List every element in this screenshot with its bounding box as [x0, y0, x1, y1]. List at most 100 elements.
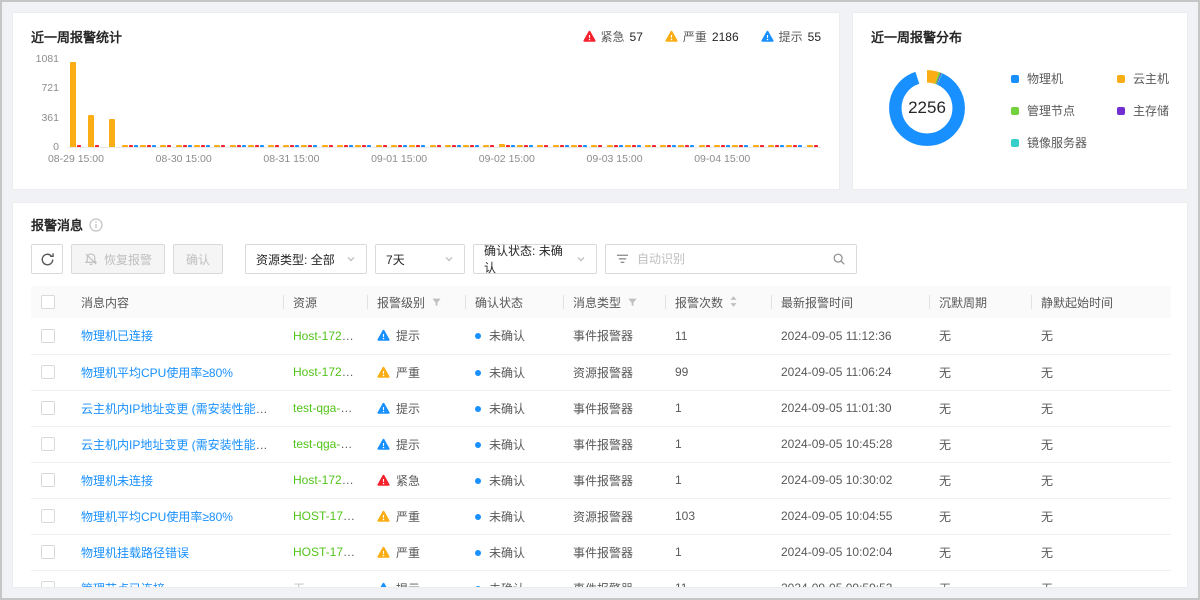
message-link[interactable]: 物理机未连接	[81, 474, 153, 488]
bar-segment	[690, 145, 694, 147]
bar-segment	[134, 145, 138, 147]
row-checkbox[interactable]	[41, 401, 55, 415]
ack-status-select[interactable]: 确认状态: 未确认	[473, 244, 597, 274]
bar-segment	[283, 145, 289, 147]
distribution-legend-item[interactable]: 物理机	[1011, 70, 1087, 87]
messages-title-row: 报警消息	[31, 215, 1169, 234]
row-checkbox[interactable]	[41, 473, 55, 487]
bar-segment	[475, 145, 479, 147]
bar-group	[229, 145, 247, 147]
column-separator	[563, 295, 564, 309]
alarm-level-label: 严重	[396, 510, 420, 524]
period-select[interactable]: 7天	[375, 244, 465, 274]
bar-group	[677, 145, 695, 147]
column-header: 资源	[283, 286, 367, 318]
message-link[interactable]: 物理机已连接	[81, 329, 153, 343]
bar-group	[534, 145, 552, 147]
resource-link[interactable]: HOST-172....	[293, 545, 363, 559]
legend-label: 紧急	[601, 28, 625, 45]
bar-group	[588, 145, 606, 147]
stats-legend-item[interactable]: 严重2186	[665, 28, 739, 45]
table-row: 物理机未连接 Host-172.2... 紧急 未确认 事件报警器 1 2024…	[31, 462, 1171, 498]
row-checkbox[interactable]	[41, 545, 55, 559]
distribution-legend-item[interactable]: 镜像服务器	[1011, 134, 1087, 151]
resource-link[interactable]: HOST-172....	[293, 509, 363, 523]
filter-funnel-icon[interactable]	[431, 297, 442, 311]
sort-icon[interactable]	[729, 297, 738, 311]
bar-segment	[793, 145, 797, 147]
x-tick-label: 09-03 15:00	[587, 153, 643, 165]
ack-status-label: 未确认	[489, 438, 525, 452]
bar-segment	[167, 145, 171, 147]
message-link[interactable]: 物理机平均CPU使用率≥80%	[81, 510, 233, 524]
message-link[interactable]: 云主机内IP地址变更 (需安装性能优化工具)	[81, 402, 283, 416]
bar-group	[624, 145, 642, 147]
resource-link[interactable]: Host-172.2...	[293, 473, 362, 487]
filter-lines-icon	[616, 253, 629, 265]
row-checkbox[interactable]	[41, 329, 55, 343]
refresh-button[interactable]	[31, 244, 63, 274]
search-icon[interactable]	[832, 252, 846, 266]
bar-segment	[706, 145, 710, 147]
ack-status-value: 确认状态: 未确认	[484, 242, 568, 276]
stats-legend-item[interactable]: 提示55	[761, 28, 821, 45]
column-header[interactable]: 报警次数	[665, 286, 771, 318]
bar-segment	[301, 145, 307, 147]
ack-status-label: 未确认	[489, 510, 525, 524]
row-checkbox[interactable]	[41, 581, 55, 588]
distribution-legend-item[interactable]: 主存储	[1117, 102, 1169, 119]
message-link[interactable]: 物理机平均CPU使用率≥80%	[81, 366, 233, 380]
message-link[interactable]: 云主机内IP地址变更 (需安装性能优化工具)	[81, 438, 283, 452]
stats-legend-item[interactable]: 紧急57	[583, 28, 643, 45]
bar-segment	[780, 145, 784, 147]
silence-start-time: 无	[1031, 318, 1171, 354]
legend-count: 55	[808, 30, 821, 44]
distribution-legend-item[interactable]: 管理节点	[1011, 102, 1087, 119]
bar-segment	[565, 145, 569, 147]
message-type: 事件报警器	[563, 390, 665, 426]
bar-segment	[260, 145, 264, 147]
message-link[interactable]: 管理节点已连接	[81, 582, 165, 589]
bar-segment	[506, 145, 510, 147]
chevron-down-icon	[346, 254, 356, 264]
bar-group	[193, 145, 211, 147]
resource-link[interactable]: test-qga-1-...	[293, 401, 361, 415]
resource-link[interactable]: test-qga-1-...	[293, 437, 361, 451]
bar-segment	[129, 145, 133, 147]
bar-group	[606, 145, 624, 147]
row-checkbox[interactable]	[41, 365, 55, 379]
bar-segment	[445, 145, 451, 147]
bar-segment	[322, 145, 328, 147]
bar-group	[785, 145, 803, 147]
resource-link[interactable]: Host-172.2...	[293, 365, 362, 379]
alarm-level-label: 严重	[396, 366, 420, 380]
ack-status-label: 未确认	[489, 402, 525, 416]
row-checkbox[interactable]	[41, 509, 55, 523]
column-header[interactable]: 消息类型	[563, 286, 665, 318]
message-link[interactable]: 物理机挂载路径错误	[81, 546, 189, 560]
x-tick-label: 08-31 15:00	[263, 153, 319, 165]
resource-type-select[interactable]: 资源类型: 全部	[245, 244, 367, 274]
filter-funnel-icon[interactable]	[627, 297, 638, 311]
select-all-checkbox[interactable]	[41, 295, 55, 309]
bar-segment	[421, 145, 425, 147]
restore-alarm-button[interactable]: 恢复报警	[71, 244, 165, 274]
bar-segment	[537, 145, 543, 147]
bar-segment	[645, 145, 651, 147]
distribution-body: 2256 物理机管理节点镜像服务器云主机主存储	[871, 60, 1169, 156]
bar-group	[157, 145, 175, 147]
confirm-button[interactable]: 确认	[173, 244, 223, 274]
bar-segment	[194, 145, 200, 147]
distribution-legend-item[interactable]: 云主机	[1117, 70, 1169, 87]
bar-segment	[295, 145, 299, 147]
resource-link[interactable]: Host-172.2...	[293, 329, 362, 343]
info-icon[interactable]	[89, 218, 103, 232]
row-checkbox[interactable]	[41, 437, 55, 451]
bar-group	[498, 144, 516, 147]
search-input[interactable]	[637, 252, 824, 266]
column-header[interactable]: 报警级别	[367, 286, 465, 318]
bar-group	[264, 145, 282, 147]
legend-label: 管理节点	[1027, 102, 1075, 119]
message-type: 资源报警器	[563, 354, 665, 390]
alert-triangle-icon	[761, 30, 774, 43]
